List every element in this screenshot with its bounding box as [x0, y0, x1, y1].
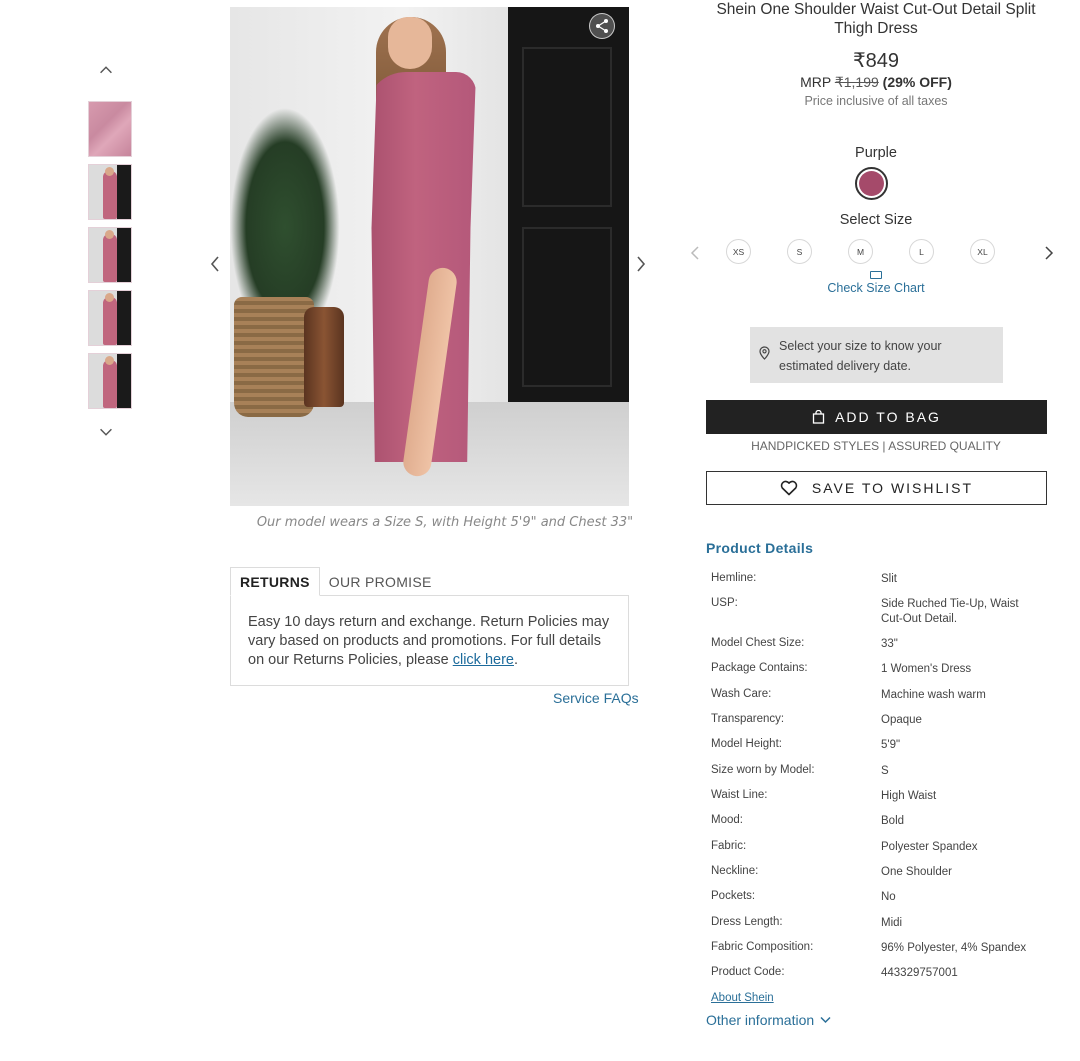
check-size-chart-link[interactable]: Check Size Chart	[806, 271, 946, 295]
size-option-xs[interactable]: XS	[726, 239, 751, 264]
detail-key: Dress Length:	[711, 916, 783, 928]
detail-key: Fabric:	[711, 840, 747, 852]
detail-key: Neckline:	[711, 865, 759, 877]
color-swatch-purple[interactable]	[855, 167, 888, 200]
returns-text: Easy 10 days return and exchange. Return…	[248, 614, 610, 668]
detail-key: Pockets:	[711, 890, 756, 902]
returns-panel: Easy 10 days return and exchange. Return…	[230, 595, 629, 686]
about-shein-link[interactable]: About Shein	[711, 992, 774, 1004]
product-title: Shein One Shoulder Waist Cut-Out Detail …	[716, 1, 1036, 37]
detail-key: Package Contains:	[711, 662, 808, 674]
returns-click-here-link[interactable]: click here	[453, 652, 514, 668]
product-details-title: Product Details	[706, 540, 814, 556]
detail-key: Mood:	[711, 814, 743, 826]
detail-value: No	[881, 891, 896, 903]
next-image-chevron-icon[interactable]	[631, 254, 651, 274]
product-main-image[interactable]	[230, 7, 629, 506]
prev-image-chevron-icon[interactable]	[205, 254, 225, 274]
sizes-next-chevron-icon[interactable]	[1042, 244, 1056, 262]
detail-value: High Waist	[881, 790, 937, 802]
mrp-label: MRP	[800, 74, 831, 90]
thumbnail-5[interactable]	[88, 353, 132, 409]
detail-value: 96% Polyester, 4% Spandex	[881, 942, 1027, 954]
product-price: ₹849	[852, 50, 900, 72]
detail-value: 33"	[881, 638, 898, 650]
delivery-info: Select your size to know your estimated …	[750, 327, 1003, 383]
share-icon[interactable]	[589, 13, 615, 39]
quality-tagline: HANDPICKED STYLES | ASSURED QUALITY	[751, 439, 1001, 453]
mrp-value: ₹1,199	[834, 74, 879, 90]
bag-icon	[812, 410, 825, 424]
detail-value: Machine wash warm	[881, 689, 986, 701]
thumbnail-1[interactable]	[88, 101, 132, 157]
thumbnails-up-chevron-icon[interactable]	[96, 60, 116, 80]
location-pin-icon	[759, 346, 770, 366]
detail-key: USP:	[711, 597, 738, 609]
detail-value: One Shoulder	[881, 866, 952, 878]
model-size-caption: Our model wears a Size S, with Height 5'…	[256, 515, 634, 530]
service-faqs-link[interactable]: Service FAQs	[553, 690, 639, 706]
returns-suffix: .	[513, 652, 519, 668]
mrp-line: MRP ₹1,199 (29% OFF)	[706, 74, 1046, 91]
thumbnail-4[interactable]	[88, 290, 132, 346]
detail-key: Hemline:	[711, 572, 757, 584]
sizes-prev-chevron-icon[interactable]	[688, 244, 702, 262]
detail-value: 1 Women's Dress	[881, 663, 972, 675]
size-option-m[interactable]: M	[848, 239, 873, 264]
size-option-s[interactable]: S	[787, 239, 812, 264]
tab-our-promise[interactable]: OUR PROMISE	[320, 567, 441, 596]
detail-key: Size worn by Model:	[711, 764, 815, 776]
detail-value: S	[881, 765, 889, 777]
heart-icon	[780, 480, 798, 496]
delivery-message: Select your size to know your estimated …	[779, 339, 942, 373]
wishlist-label: SAVE TO WISHLIST	[811, 480, 974, 496]
returns-tabs: RETURNS OUR PROMISE	[230, 567, 629, 596]
detail-value: Opaque	[881, 714, 922, 726]
detail-value: Slit	[881, 573, 897, 585]
thumbnail-2[interactable]	[88, 164, 132, 220]
model-figure	[348, 17, 498, 497]
select-size-label: Select Size	[839, 212, 913, 228]
other-information-toggle[interactable]: Other information	[706, 1012, 831, 1028]
detail-key: Product Code:	[711, 966, 785, 978]
size-option-l[interactable]: L	[909, 239, 934, 264]
detail-value: 443329757001	[881, 967, 958, 979]
add-to-bag-label: ADD TO BAG	[835, 409, 941, 425]
add-to-bag-button[interactable]: ADD TO BAG	[706, 400, 1047, 434]
chevron-down-icon	[820, 1016, 831, 1024]
detail-key: Wash Care:	[711, 688, 772, 700]
detail-value: 5'9"	[881, 739, 901, 751]
other-information-label: Other information	[706, 1012, 815, 1028]
detail-key: Transparency:	[711, 713, 785, 725]
detail-key: Model Chest Size:	[711, 637, 805, 649]
thumbnails-down-chevron-icon[interactable]	[96, 422, 116, 442]
detail-value: Polyester Spandex	[881, 841, 978, 853]
save-to-wishlist-button[interactable]: SAVE TO WISHLIST	[706, 471, 1047, 505]
thumbnail-3[interactable]	[88, 227, 132, 283]
detail-key: Waist Line:	[711, 789, 768, 801]
size-option-xl[interactable]: XL	[970, 239, 995, 264]
discount-percent: (29% OFF)	[882, 74, 952, 90]
detail-key: Model Height:	[711, 738, 782, 750]
tab-returns[interactable]: RETURNS	[230, 567, 320, 596]
detail-key: Fabric Composition:	[711, 941, 814, 953]
color-name: Purple	[855, 145, 897, 161]
detail-value: Midi	[881, 917, 903, 929]
detail-value: Bold	[881, 815, 905, 827]
ruler-icon	[870, 271, 882, 279]
tax-note: Price inclusive of all taxes	[804, 94, 948, 108]
size-chart-label: Check Size Chart	[827, 281, 925, 295]
detail-value: Side Ruched Tie-Up, Waist Cut-Out Detail…	[881, 598, 1019, 625]
